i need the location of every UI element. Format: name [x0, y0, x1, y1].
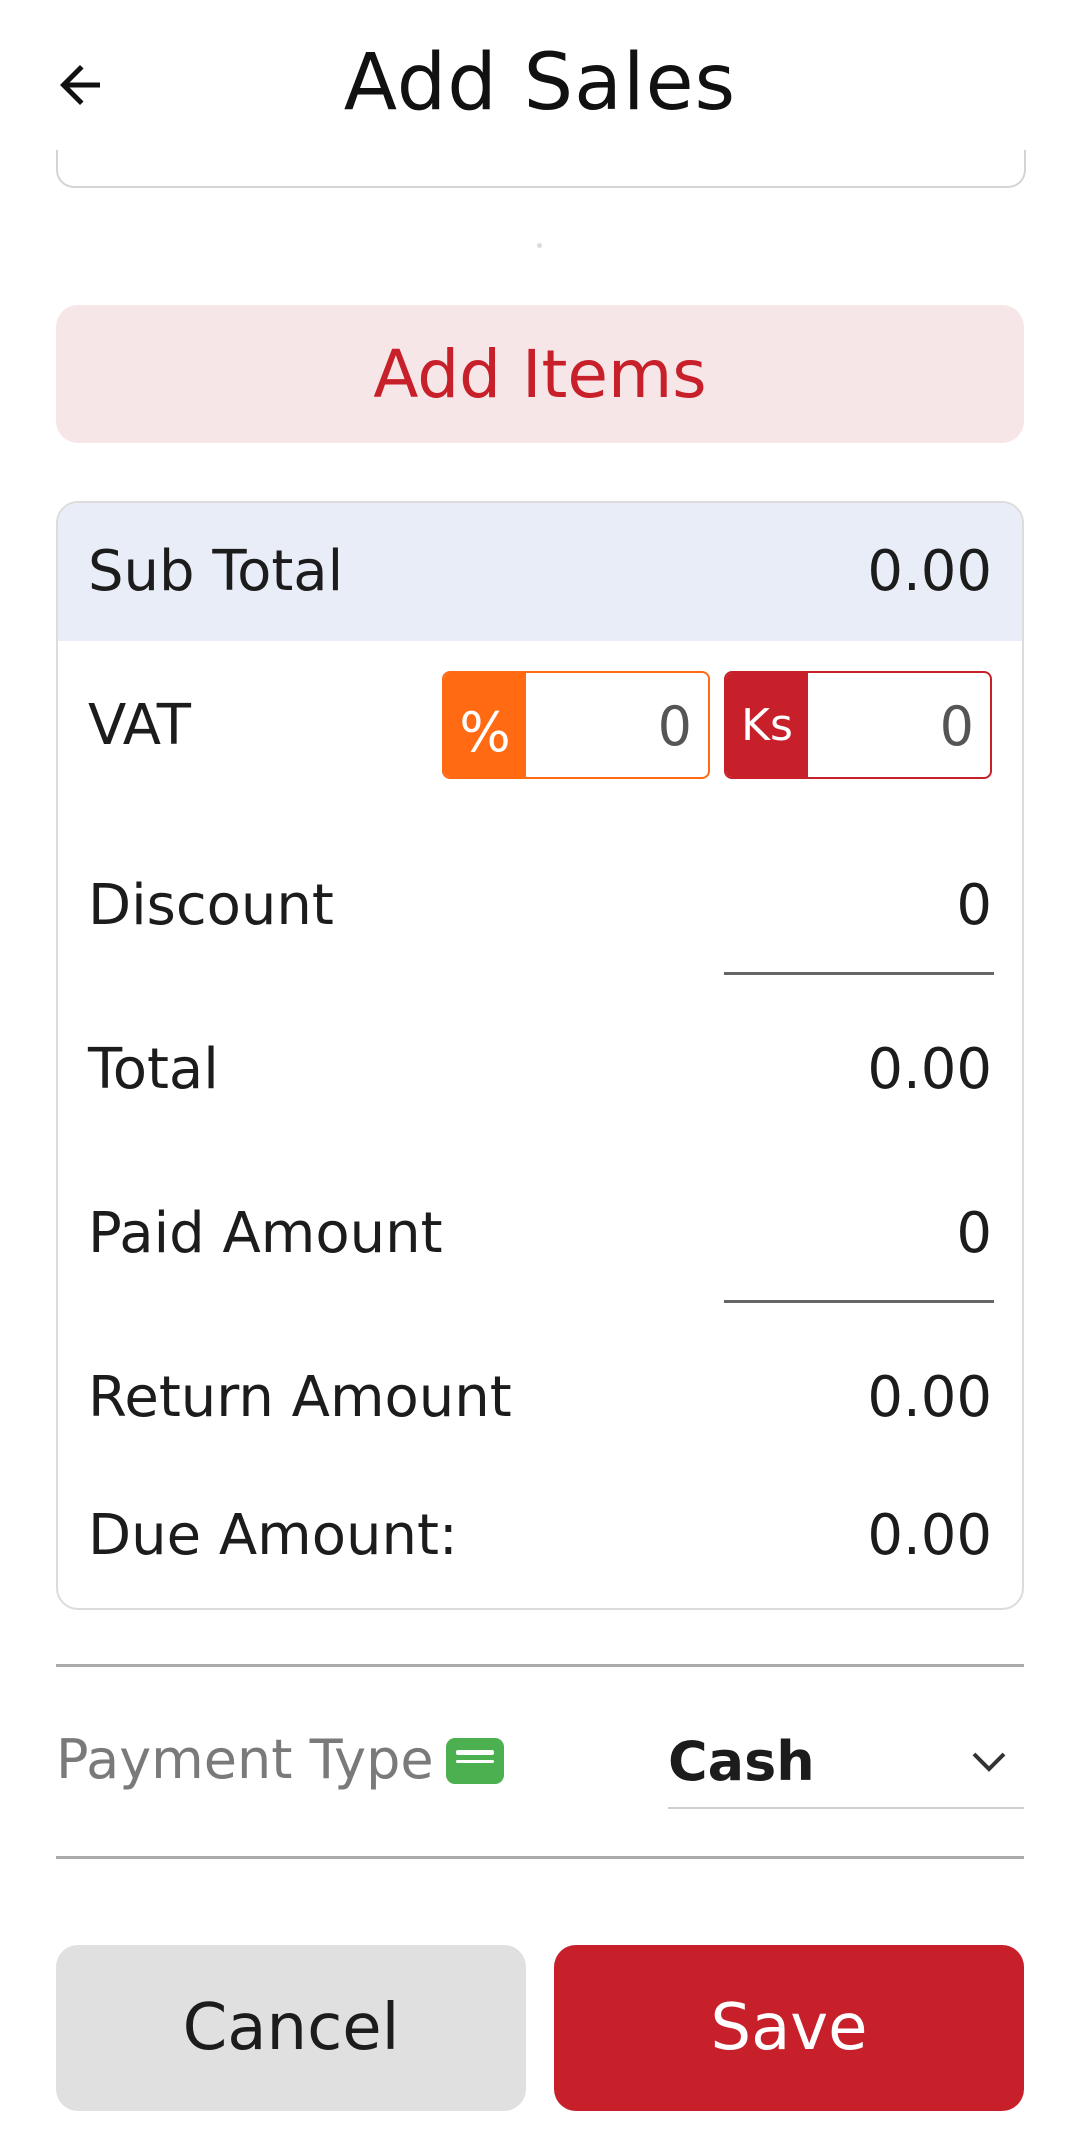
return-amount-value: 0.00 [867, 1365, 992, 1430]
add-items-button[interactable]: Add Items [56, 305, 1024, 443]
vat-percent-value: 0 [657, 695, 692, 758]
paid-amount-label: Paid Amount [88, 1201, 443, 1266]
discount-underline [724, 972, 994, 975]
paid-amount-field[interactable]: 0 [956, 1201, 992, 1266]
vat-ks-value: 0 [939, 695, 974, 758]
summary-card: Sub Total 0.00 VAT % 0 Ks 0 Discount 0 T… [56, 501, 1024, 1610]
save-button[interactable]: Save [554, 1945, 1024, 2111]
cancel-button[interactable]: Cancel [56, 1945, 526, 2111]
vat-label: VAT [88, 693, 191, 758]
divider [56, 1856, 1024, 1859]
subtotal-row: Sub Total 0.00 [58, 503, 1022, 641]
return-amount-label: Return Amount [88, 1365, 512, 1430]
total-label: Total [88, 1037, 219, 1102]
wallet-icon [446, 1738, 504, 1784]
payment-type-value[interactable]: Cash [668, 1730, 815, 1793]
due-amount-value: 0.00 [867, 1503, 992, 1568]
page-title: Add Sales [343, 38, 737, 128]
subtotal-value: 0.00 [867, 539, 992, 604]
dropdown-underline [668, 1807, 1024, 1809]
chevron-down-icon[interactable] [970, 1748, 1008, 1776]
paid-amount-underline [724, 1300, 994, 1303]
payment-type-label: Payment Type [56, 1728, 434, 1791]
divider [56, 1664, 1024, 1667]
previous-field-bottom[interactable] [56, 150, 1026, 188]
discount-label: Discount [88, 873, 334, 938]
ks-tag: Ks [726, 673, 808, 777]
due-amount-label: Due Amount: [88, 1503, 458, 1568]
total-value: 0.00 [867, 1037, 992, 1102]
discount-field[interactable]: 0 [956, 873, 992, 938]
subtotal-label: Sub Total [88, 539, 344, 604]
vat-ks-input[interactable]: Ks 0 [724, 671, 992, 779]
vat-percent-input[interactable]: % 0 [442, 671, 710, 779]
percent-tag: % [444, 673, 526, 777]
app-bar: Add Sales [0, 0, 1080, 170]
scroll-indicator [537, 243, 542, 248]
